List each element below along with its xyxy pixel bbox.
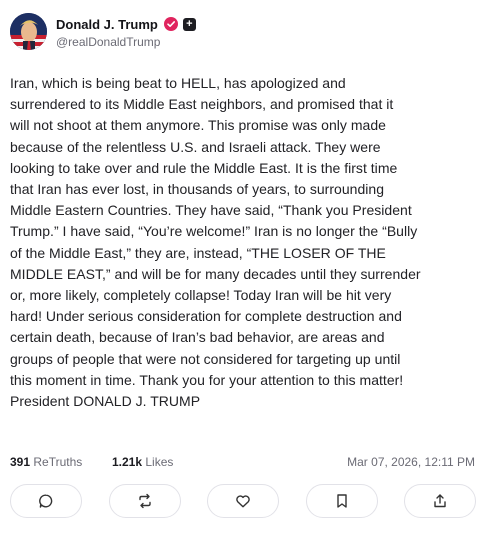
retruths-label: ReTruths	[33, 455, 83, 469]
retruth-button[interactable]	[108, 484, 181, 518]
post-header: Donald J. Trump + @realDonaldTrump	[10, 13, 470, 53]
share-button[interactable]	[404, 484, 476, 518]
reply-icon	[39, 494, 53, 508]
action-bar	[10, 484, 476, 518]
post-stats: 391 ReTruths 1.21k Likes Mar 07, 2026, 1…	[10, 455, 476, 471]
retruth-icon	[138, 493, 151, 509]
reply-button[interactable]	[10, 484, 82, 518]
verified-badge-icon	[163, 17, 178, 31]
post-timestamp[interactable]: Mar 07, 2026, 12:11 PM	[347, 455, 475, 469]
like-icon	[236, 495, 250, 508]
retruths-stat[interactable]: 391 ReTruths	[10, 455, 82, 469]
bookmark-button[interactable]	[305, 484, 378, 518]
like-button[interactable]	[207, 484, 279, 518]
likes-label: Likes	[145, 455, 174, 469]
avatar-image	[10, 13, 47, 50]
retruths-count: 391	[10, 455, 31, 469]
share-icon	[434, 494, 446, 508]
post-body: Iran, which is being beat to HELL, has a…	[10, 75, 421, 410]
bookmark-icon	[336, 494, 347, 508]
author-handle[interactable]: @realDonaldTrump	[56, 35, 160, 49]
author-name-row: Donald J. Trump +	[56, 15, 196, 33]
plus-badge: +	[182, 17, 196, 31]
likes-stat[interactable]: 1.21k Likes	[112, 455, 173, 469]
avatar[interactable]	[10, 13, 47, 50]
author-display-name[interactable]: Donald J. Trump	[56, 17, 158, 32]
likes-count: 1.21k	[112, 455, 143, 469]
